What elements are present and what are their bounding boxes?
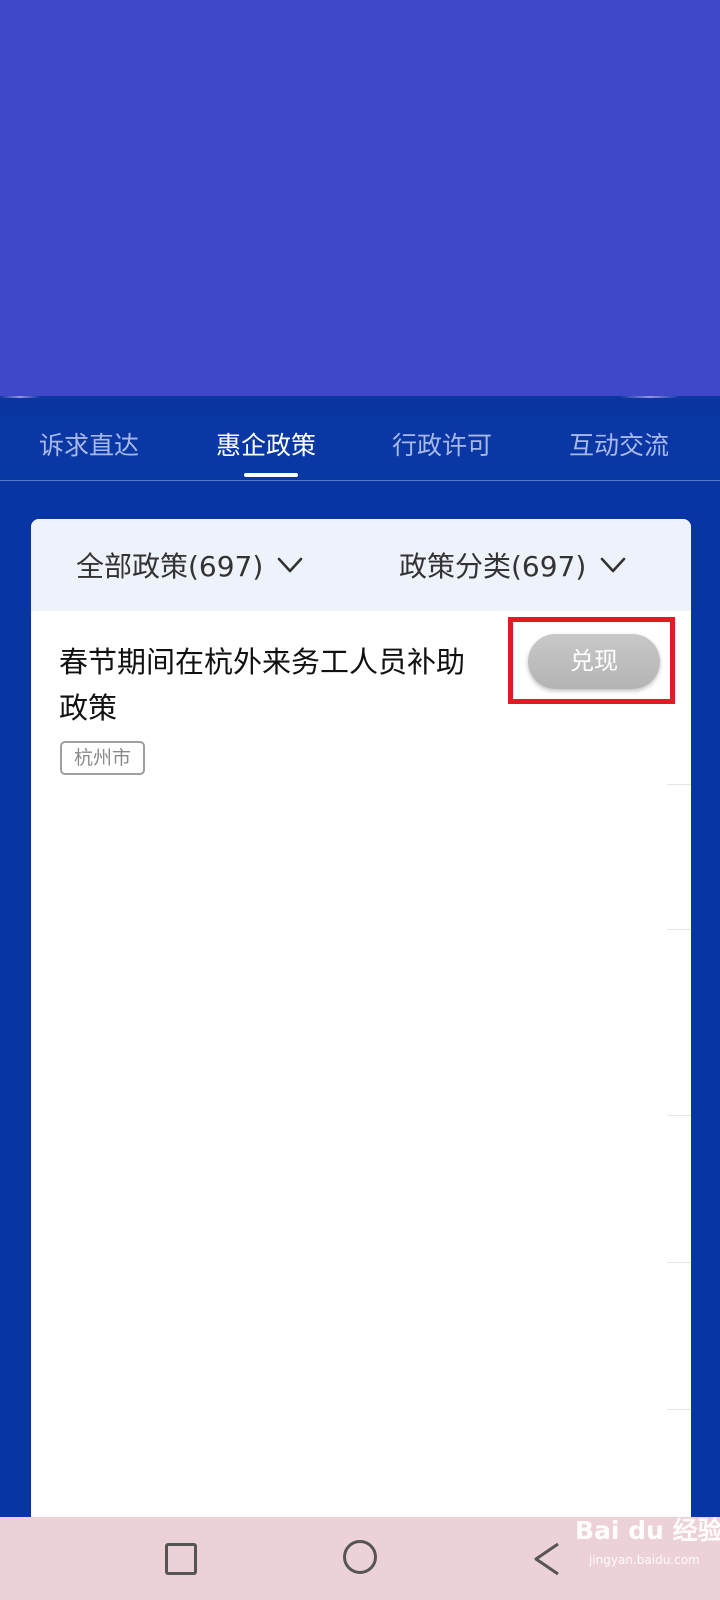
decorative-line-left bbox=[0, 396, 40, 398]
all-policies-filter[interactable]: 全部政策(697) bbox=[76, 545, 303, 585]
policy-category-filter[interactable]: 政策分类(697) bbox=[399, 545, 626, 585]
chevron-down-icon bbox=[600, 557, 626, 573]
region-tag: 杭州市 bbox=[60, 741, 146, 775]
tab-enterprise-policy[interactable]: 惠企政策 bbox=[214, 426, 318, 466]
tab-appeal[interactable]: 诉求直达 bbox=[37, 426, 141, 466]
divider bbox=[667, 929, 691, 930]
filter-bar: 全部政策(697) 政策分类(697) bbox=[31, 519, 691, 611]
back-icon[interactable] bbox=[532, 1541, 562, 1577]
policy-category-filter-label: 政策分类(697) bbox=[399, 550, 587, 583]
home-icon[interactable] bbox=[343, 1540, 377, 1574]
watermark-url: jingyan.baidu.com bbox=[589, 1553, 700, 1567]
tab-interaction[interactable]: 互动交流 bbox=[567, 426, 671, 466]
active-tab-indicator bbox=[244, 473, 298, 477]
decorative-line-right bbox=[620, 396, 680, 398]
divider bbox=[667, 1409, 691, 1410]
watermark-brand: Bai du 经验 bbox=[575, 1516, 720, 1545]
divider bbox=[667, 1115, 691, 1116]
divider bbox=[667, 784, 691, 785]
hero-banner bbox=[0, 0, 720, 396]
baidu-jingyan-watermark: Bai du 经验 jingyan.baidu.com bbox=[575, 1503, 720, 1583]
tab-bar: 诉求直达 惠企政策 行政许可 互动交流 bbox=[0, 396, 720, 481]
all-policies-filter-label: 全部政策(697) bbox=[76, 550, 264, 583]
chevron-down-icon bbox=[277, 557, 303, 573]
policy-title[interactable]: 春节期间在杭外来务工人员补助政策 bbox=[59, 639, 489, 731]
redeem-button[interactable]: 兑现 bbox=[528, 634, 660, 689]
tab-administrative-license[interactable]: 行政许可 bbox=[390, 426, 494, 466]
recent-apps-icon[interactable] bbox=[165, 1543, 197, 1575]
divider bbox=[667, 1262, 691, 1263]
